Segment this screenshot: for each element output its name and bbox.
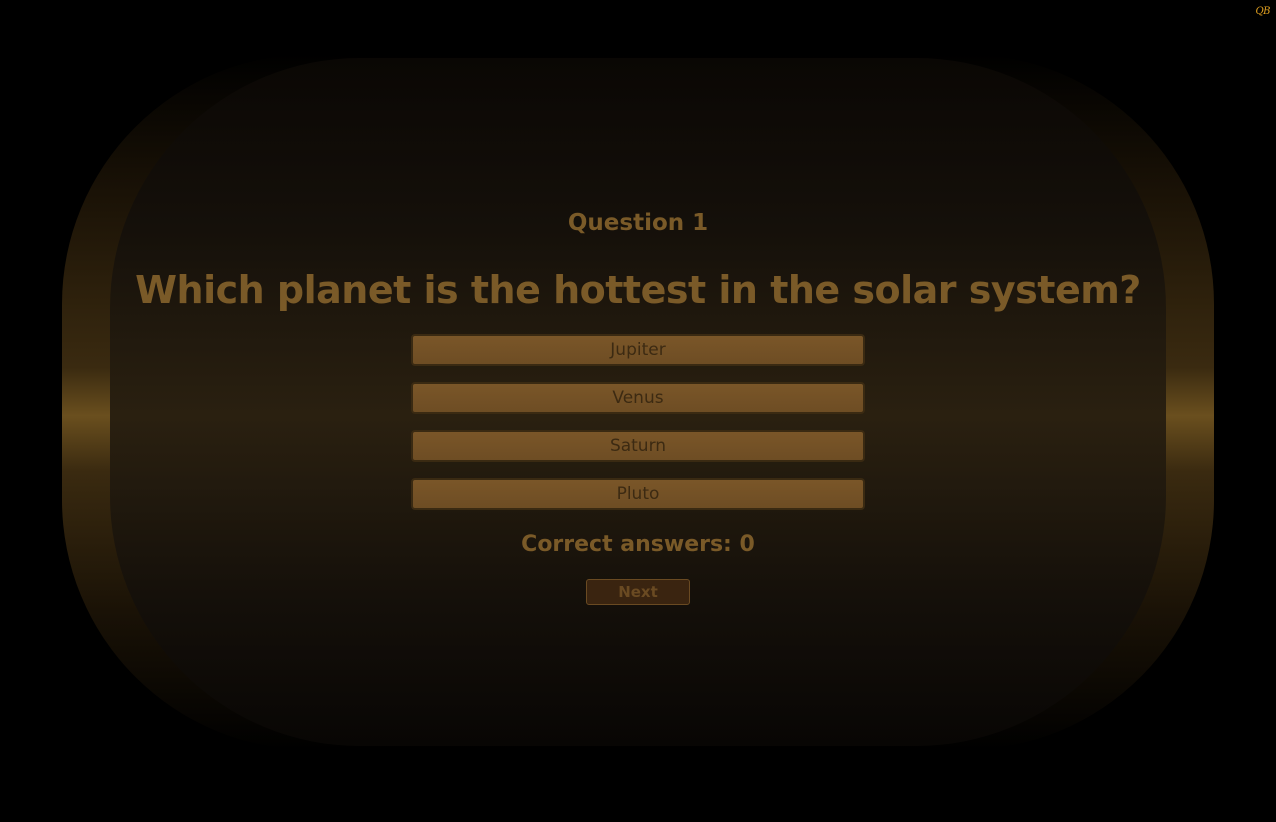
answer-button-jupiter[interactable]: Jupiter xyxy=(411,334,865,366)
next-button[interactable]: Next xyxy=(586,579,690,605)
answer-button-saturn[interactable]: Saturn xyxy=(411,430,865,462)
score-text: Correct answers: 0 xyxy=(521,532,755,557)
question-number: Question 1 xyxy=(567,210,709,236)
answer-button-pluto[interactable]: Pluto xyxy=(411,478,865,510)
answer-list: Jupiter Venus Saturn Pluto xyxy=(411,334,865,526)
question-text: Which planet is the hottest in the solar… xyxy=(135,268,1141,312)
answer-button-venus[interactable]: Venus xyxy=(411,382,865,414)
quiz-content: Question 1 Which planet is the hottest i… xyxy=(0,0,1276,822)
